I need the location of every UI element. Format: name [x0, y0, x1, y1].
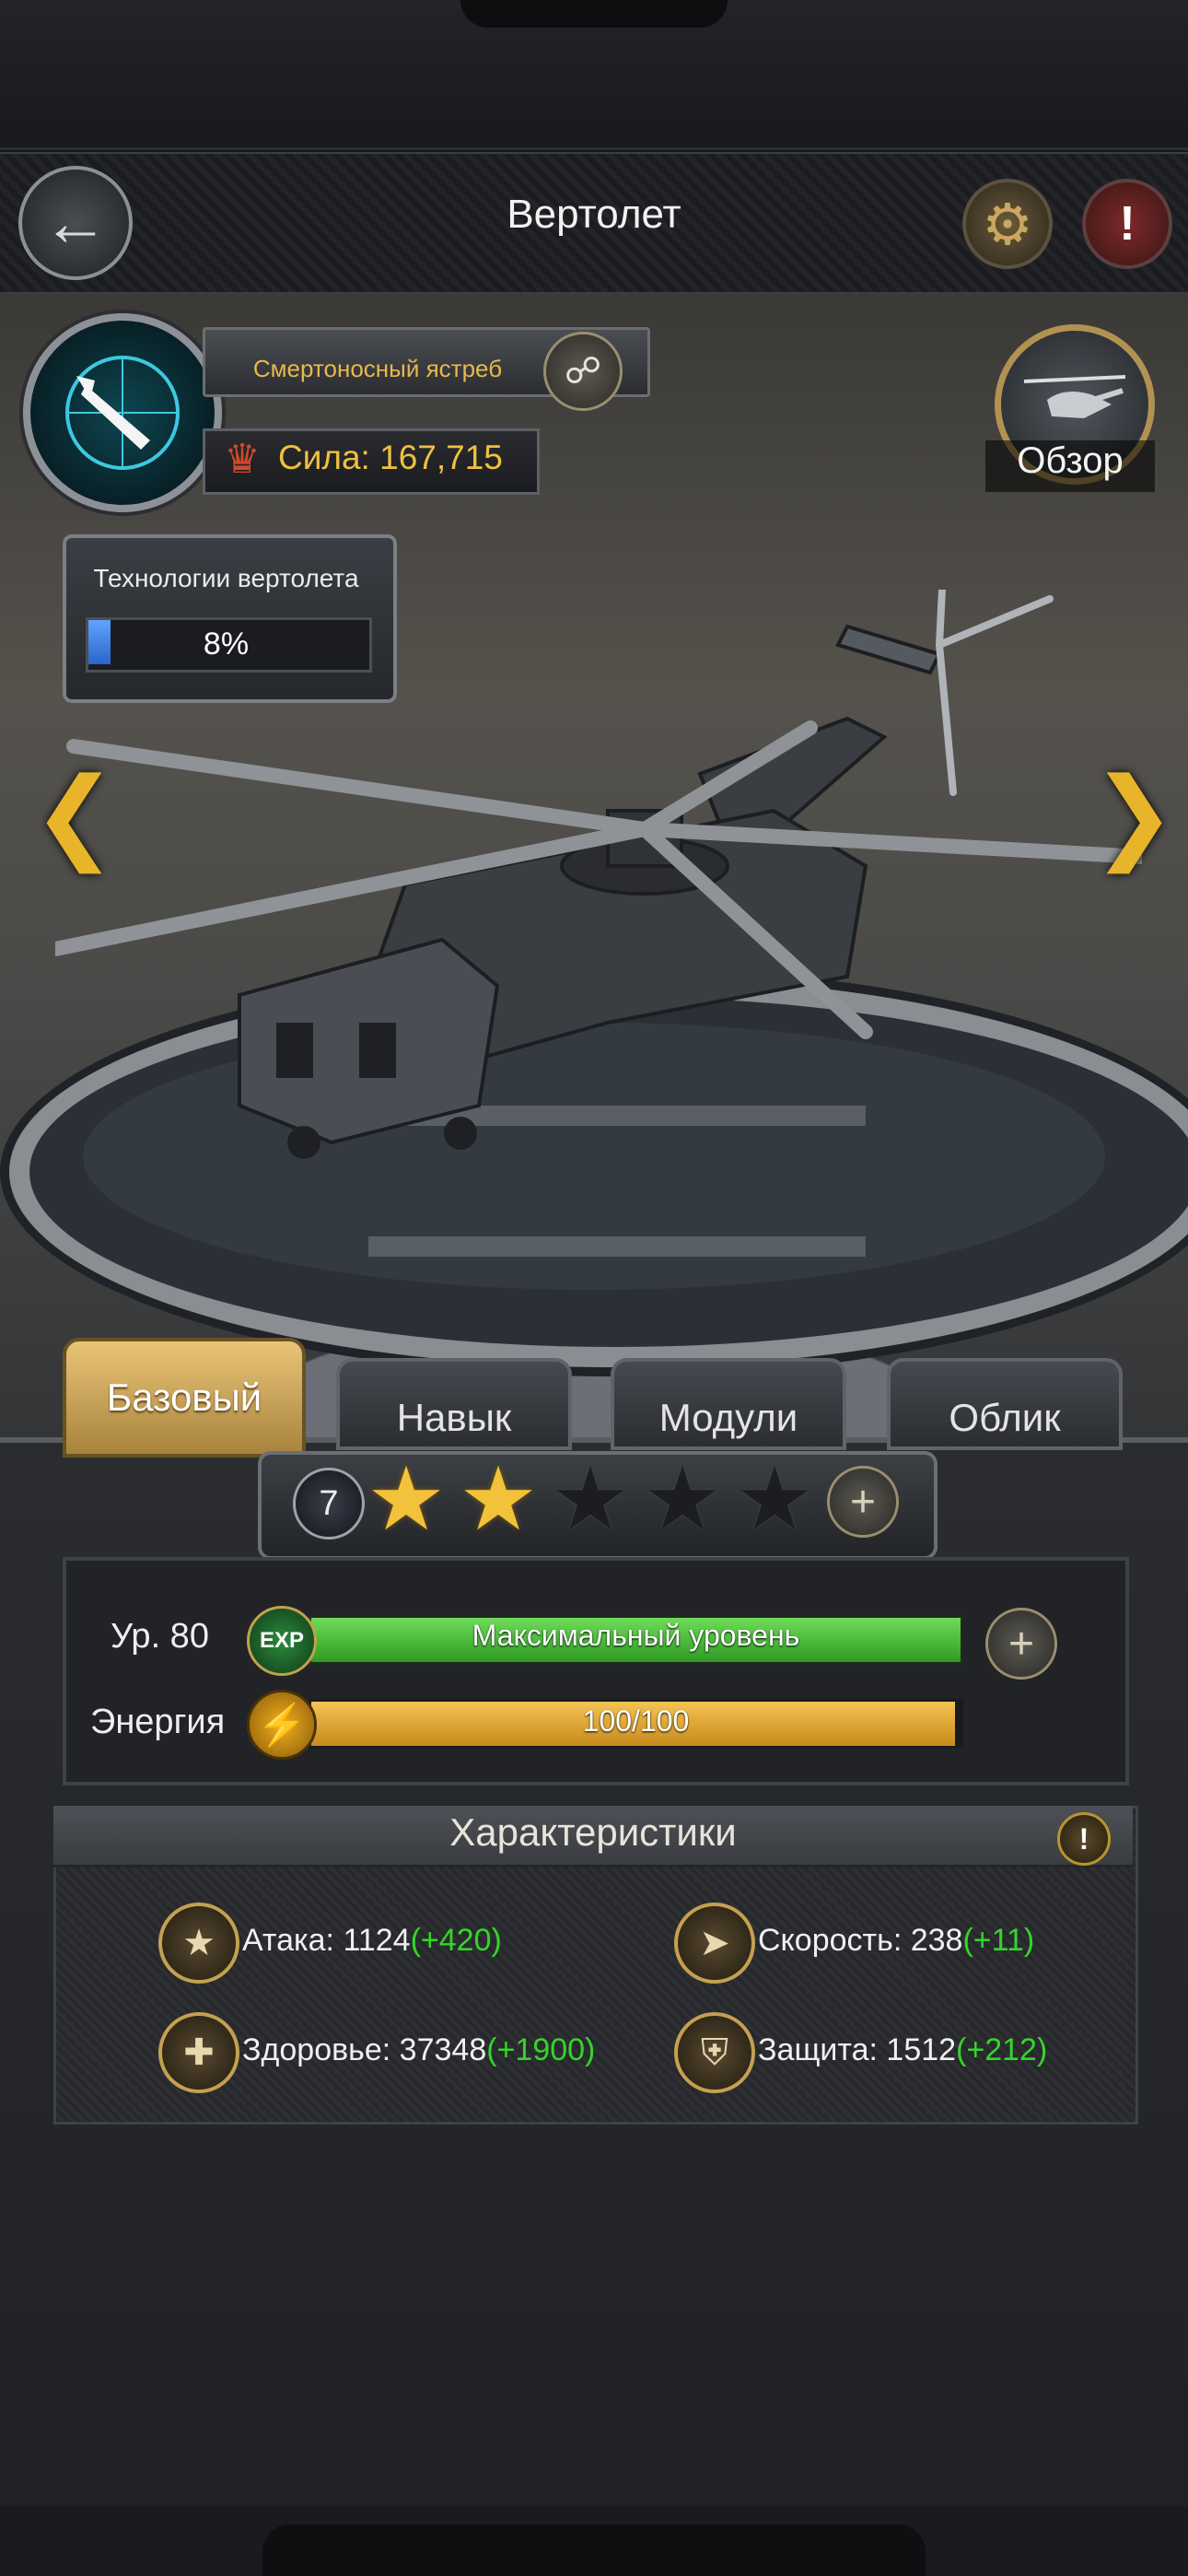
star-icon: ★ — [459, 1450, 539, 1549]
energy-label: Энергия — [90, 1703, 226, 1741]
plus-icon: + — [849, 1477, 877, 1527]
pistol-icon: ★ — [158, 1903, 239, 1984]
page-title: Вертолет — [507, 192, 681, 237]
stat-attack: Атака: 1124(+420) — [242, 1923, 502, 1959]
tech-percent: 8% — [203, 626, 250, 662]
settings-button[interactable]: ⚙ — [962, 179, 1053, 269]
back-button[interactable]: ← — [18, 166, 133, 280]
review-label: Обзор — [985, 440, 1155, 492]
helicopter-thumbnail-icon — [1023, 375, 1126, 418]
exp-icon: EXP — [247, 1606, 317, 1676]
stat-speed: Скорость: 238(+11) — [758, 1923, 1034, 1959]
share-button[interactable]: ☍ — [543, 332, 623, 411]
stat-attack-value: Атака: 1124 — [242, 1923, 411, 1958]
shield-icon: ⛨ — [674, 2012, 755, 2093]
power-value: Сила: 167,715 — [278, 439, 503, 476]
stat-health-bonus: (+1900) — [486, 2032, 596, 2067]
exclamation-icon: ! — [1119, 197, 1136, 251]
tab-basic[interactable]: Базовый — [63, 1338, 306, 1458]
speed-icon: ➤ — [674, 1903, 755, 1984]
rank-level: 7 — [293, 1468, 365, 1540]
exclamation-icon: ! — [1078, 1821, 1089, 1856]
star-empty-icon: ★ — [735, 1450, 815, 1549]
stat-defense-bonus: (+212) — [956, 2032, 1048, 2067]
unit-name: Смертоносный ястреб — [252, 355, 503, 382]
tech-label: Технологии вертолета — [93, 564, 359, 592]
bottom-notch — [262, 2524, 926, 2576]
stat-health: Здоровье: 37348(+1900) — [242, 2032, 595, 2068]
level-label: Ур. 80 — [111, 1617, 209, 1656]
lightning-icon: ⚡ — [247, 1690, 317, 1760]
plus-icon: + — [1007, 1619, 1035, 1669]
add-star-button[interactable]: + — [827, 1466, 899, 1538]
add-exp-button[interactable]: + — [985, 1608, 1057, 1680]
star-empty-icon: ★ — [643, 1450, 723, 1549]
stat-speed-bonus: (+11) — [962, 1923, 1035, 1958]
stat-defense: Защита: 1512(+212) — [758, 2032, 1047, 2068]
unit-emblem — [23, 313, 222, 512]
power-icon: ♛ — [224, 436, 261, 482]
stats-title: Характеристики — [449, 1810, 737, 1854]
back-arrow-icon: ← — [42, 186, 109, 260]
star-empty-icon: ★ — [551, 1450, 631, 1549]
gear-icon: ⚙ — [982, 193, 1033, 257]
stats-info-button[interactable]: ! — [1057, 1812, 1111, 1866]
info-button[interactable]: ! — [1082, 179, 1172, 269]
stat-attack-bonus: (+420) — [410, 1923, 502, 1958]
tab-skill[interactable]: Навык — [336, 1358, 572, 1450]
level-box — [63, 1557, 1129, 1786]
rocket-emblem-icon — [65, 356, 180, 470]
stat-health-value: Здоровье: 37348 — [242, 2032, 487, 2067]
tab-modules[interactable]: Модули — [611, 1358, 846, 1450]
previous-unit-chevron-left-icon[interactable]: ❮ — [32, 755, 117, 873]
exp-text: Максимальный уровень — [472, 1619, 800, 1652]
stat-speed-value: Скорость: 238 — [758, 1923, 963, 1958]
energy-value: 100/100 — [582, 1704, 690, 1738]
next-unit-chevron-right-icon[interactable]: ❯ — [1091, 755, 1176, 873]
tab-skin[interactable]: Облик — [887, 1358, 1123, 1450]
stat-defense-value: Защита: 1512 — [758, 2032, 957, 2067]
top-notch — [460, 0, 728, 28]
health-icon: ✚ — [158, 2012, 239, 2093]
star-icon: ★ — [367, 1450, 447, 1549]
share-icon: ☍ — [564, 351, 602, 392]
